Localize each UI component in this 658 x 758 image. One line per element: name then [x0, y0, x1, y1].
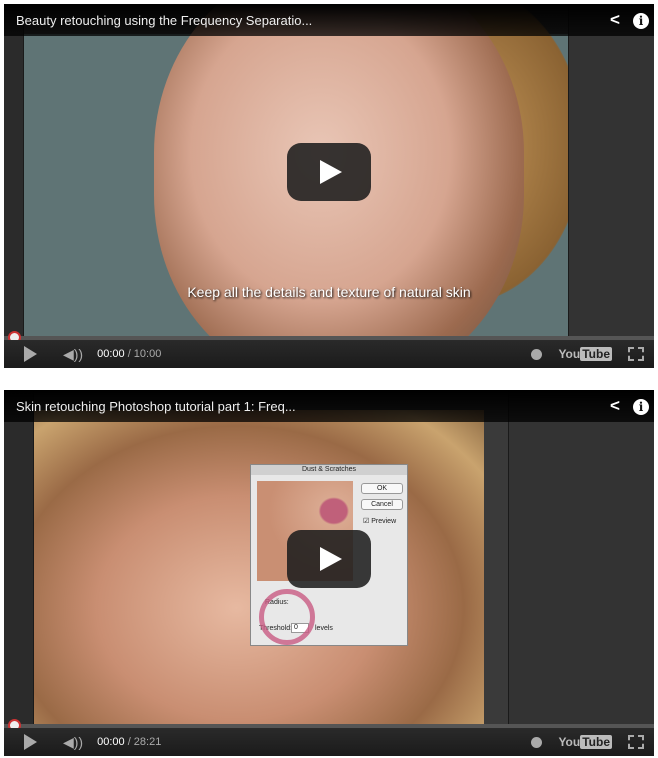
- threshold-unit: levels: [315, 625, 333, 632]
- video-thumbnail[interactable]: Keep all the details and texture of natu…: [4, 4, 654, 340]
- fullscreen-icon[interactable]: [628, 347, 644, 361]
- play-icon[interactable]: [24, 346, 37, 362]
- dialog-title: Dust & Scratches: [251, 465, 407, 475]
- volume-icon[interactable]: ◀)): [63, 734, 83, 751]
- share-icon[interactable]: <: [602, 10, 628, 30]
- play-icon[interactable]: [24, 734, 37, 750]
- photoshop-panels: [508, 390, 654, 728]
- control-bar: ◀)) 00:00 / 28:21 You Tube: [4, 728, 654, 756]
- share-icon[interactable]: <: [602, 396, 628, 416]
- info-icon[interactable]: i: [628, 10, 654, 30]
- photoshop-toolbar: [4, 390, 34, 728]
- info-icon[interactable]: i: [628, 396, 654, 416]
- subtitle: Keep all the details and texture of natu…: [187, 284, 471, 300]
- control-bar: ◀)) 00:00 / 10:00 You Tube: [4, 340, 654, 368]
- video-thumbnail[interactable]: Dust & Scratches OK Cancel ☑ Preview Rad…: [4, 390, 654, 728]
- highlight-circle: [259, 589, 315, 645]
- title-bar: Skin retouching Photoshop tutorial part …: [4, 390, 654, 422]
- video-player-1[interactable]: Keep all the details and texture of natu…: [4, 4, 654, 368]
- clock-icon[interactable]: [531, 348, 543, 360]
- logo-you: You: [558, 347, 581, 361]
- logo-you: You: [558, 735, 581, 749]
- play-icon[interactable]: [287, 530, 371, 588]
- ok-button[interactable]: OK: [361, 483, 403, 494]
- volume-icon[interactable]: ◀)): [63, 346, 83, 363]
- cancel-button[interactable]: Cancel: [361, 499, 403, 510]
- clock-icon[interactable]: [531, 736, 543, 748]
- title-bar: Beauty retouching using the Frequency Se…: [4, 4, 654, 36]
- youtube-logo[interactable]: You Tube: [558, 347, 612, 361]
- current-time: 00:00: [97, 348, 125, 360]
- duration: / 28:21: [127, 736, 162, 748]
- duration: / 10:00: [127, 348, 162, 360]
- preview-checkbox[interactable]: ☑ Preview: [363, 517, 396, 525]
- logo-tube: Tube: [580, 735, 612, 749]
- video-player-2[interactable]: Dust & Scratches OK Cancel ☑ Preview Rad…: [4, 390, 654, 756]
- fullscreen-icon[interactable]: [628, 735, 644, 749]
- current-time: 00:00: [97, 736, 125, 748]
- logo-tube: Tube: [580, 347, 612, 361]
- video-title[interactable]: Beauty retouching using the Frequency Se…: [16, 13, 602, 28]
- youtube-logo[interactable]: You Tube: [558, 735, 612, 749]
- video-title[interactable]: Skin retouching Photoshop tutorial part …: [16, 399, 602, 414]
- preview-label: Preview: [371, 518, 397, 525]
- play-icon[interactable]: [287, 143, 371, 201]
